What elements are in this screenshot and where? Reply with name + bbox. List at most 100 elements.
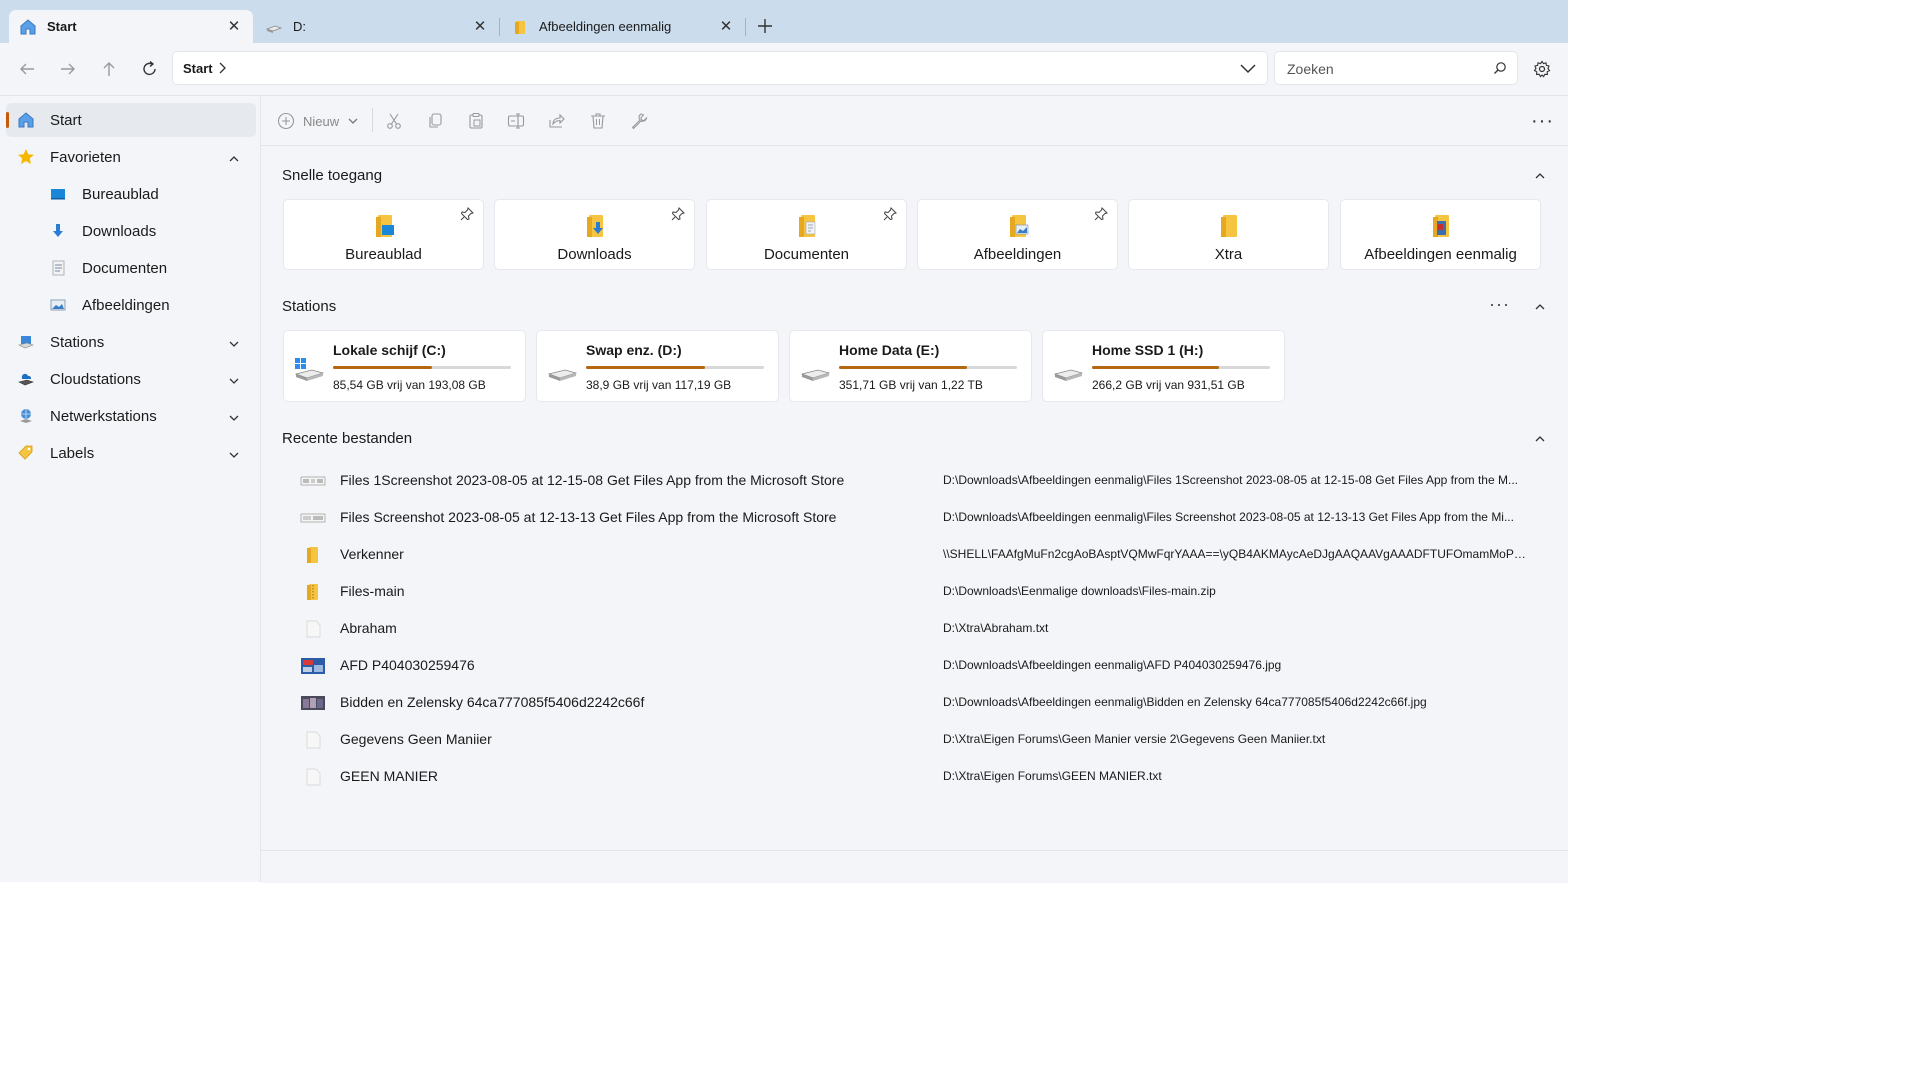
quick-card-label: Afbeeldingen bbox=[973, 246, 1062, 263]
sidebar-item-label: Documenten bbox=[82, 259, 168, 277]
sidebar-item-afbeeldingen[interactable]: Afbeeldingen bbox=[6, 288, 256, 322]
drive-card-h[interactable]: Home SSD 1 (H:) 266,2 GB vrij van 931,51… bbox=[1042, 330, 1285, 402]
drive-card-d[interactable]: Swap enz. (D:) 38,9 GB vrij van 117,19 G… bbox=[536, 330, 779, 402]
recent-file-row[interactable]: Files-main D:\Downloads\Eenmalige downlo… bbox=[282, 574, 1552, 610]
sidebar-item-favorieten[interactable]: Favorieten bbox=[6, 140, 256, 174]
recent-file-path: D:\Xtra\Abraham.txt bbox=[943, 621, 1049, 635]
quick-card-xtra[interactable]: Xtra bbox=[1128, 199, 1329, 270]
cut-button[interactable] bbox=[383, 110, 405, 132]
pin-icon[interactable] bbox=[1094, 207, 1108, 226]
sidebar-item-bureaublad[interactable]: Bureaublad bbox=[6, 177, 256, 211]
drives-more-button[interactable]: ··· bbox=[1489, 294, 1510, 315]
share-icon bbox=[549, 113, 565, 128]
tab-d-drive[interactable]: D: ✕ bbox=[255, 10, 499, 43]
section-title-recent-files: Recente bestanden bbox=[282, 430, 413, 447]
plus-icon bbox=[758, 19, 772, 33]
copy-button[interactable] bbox=[424, 110, 446, 132]
rename-button[interactable] bbox=[505, 110, 527, 132]
recent-file-row[interactable]: Gegevens Geen Maniier D:\Xtra\Eigen Foru… bbox=[282, 722, 1552, 758]
drive-card-e[interactable]: Home Data (E:) 351,71 GB vrij van 1,22 T… bbox=[789, 330, 1032, 402]
up-button[interactable] bbox=[97, 57, 121, 81]
chevron-down-icon[interactable] bbox=[228, 410, 240, 427]
chevron-up-icon[interactable] bbox=[1534, 168, 1548, 182]
pin-icon[interactable] bbox=[460, 207, 474, 226]
quick-card-downloads[interactable]: Downloads bbox=[494, 199, 695, 270]
drive-usage-fill bbox=[839, 366, 967, 369]
recent-file-row[interactable]: Bidden en Zelensky 64ca777085f5406d2242c… bbox=[282, 685, 1552, 721]
sidebar-item-netwerkstations[interactable]: Netwerkstations bbox=[6, 399, 256, 433]
recent-file-row[interactable]: AFD P404030259476 D:\Downloads\Afbeeldin… bbox=[282, 648, 1552, 684]
plus-circle-icon bbox=[277, 112, 295, 130]
sidebar-item-start[interactable]: Start bbox=[6, 103, 256, 137]
pictures-icon bbox=[48, 295, 68, 315]
tab-afbeeldingen-eenmalig[interactable]: Afbeeldingen eenmalig ✕ bbox=[501, 10, 745, 43]
chevron-down-icon[interactable] bbox=[228, 373, 240, 390]
drive-card-c[interactable]: Lokale schijf (C:) 85,54 GB vrij van 193… bbox=[283, 330, 526, 402]
screenshot-icon bbox=[300, 476, 326, 486]
drive-icon bbox=[265, 18, 283, 36]
search-icon[interactable] bbox=[1493, 61, 1507, 80]
selection-indicator bbox=[6, 112, 9, 128]
drive-free-space: 351,71 GB vrij van 1,22 TB bbox=[839, 378, 983, 392]
chevron-down-icon[interactable] bbox=[228, 447, 240, 464]
drive-free-space: 266,2 GB vrij van 931,51 GB bbox=[1092, 378, 1245, 392]
search-box[interactable] bbox=[1274, 51, 1518, 85]
breadcrumb-start[interactable]: Start bbox=[183, 61, 213, 76]
drive-free-space: 85,54 GB vrij van 193,08 GB bbox=[333, 378, 486, 392]
refresh-button[interactable] bbox=[138, 57, 162, 81]
recent-file-row[interactable]: GEEN MANIER D:\Xtra\Eigen Forums\GEEN MA… bbox=[282, 759, 1552, 795]
close-icon[interactable]: ✕ bbox=[717, 17, 735, 35]
paste-button[interactable] bbox=[465, 110, 487, 132]
drive-usage-bar bbox=[1092, 366, 1270, 369]
download-icon bbox=[48, 221, 68, 241]
recent-file-row[interactable]: Files 1Screenshot 2023-08-05 at 12-15-08… bbox=[282, 463, 1552, 499]
share-button[interactable] bbox=[546, 110, 568, 132]
quick-card-afbeeldingen-eenmalig[interactable]: Afbeeldingen eenmalig bbox=[1340, 199, 1541, 270]
chevron-up-icon[interactable] bbox=[1534, 299, 1548, 313]
recent-file-row[interactable]: Abraham D:\Xtra\Abraham.txt bbox=[282, 611, 1552, 647]
quick-card-bureaublad[interactable]: Bureaublad bbox=[283, 199, 484, 270]
quick-card-documenten[interactable]: Documenten bbox=[706, 199, 907, 270]
sidebar-item-downloads[interactable]: Downloads bbox=[6, 214, 256, 248]
sidebar-item-labels[interactable]: Labels bbox=[6, 436, 256, 470]
sidebar-item-cloudstations[interactable]: Cloudstations bbox=[6, 362, 256, 396]
back-button[interactable] bbox=[15, 57, 39, 81]
search-input[interactable] bbox=[1285, 58, 1489, 80]
home-icon bbox=[19, 18, 37, 36]
recent-file-row[interactable]: Files Screenshot 2023-08-05 at 12-13-13 … bbox=[282, 500, 1552, 536]
address-bar[interactable]: Start bbox=[172, 51, 1268, 85]
chevron-up-icon[interactable] bbox=[228, 151, 240, 168]
close-icon[interactable]: ✕ bbox=[225, 17, 243, 35]
delete-button[interactable] bbox=[587, 110, 609, 132]
drive-usage-fill bbox=[586, 366, 705, 369]
new-tab-button[interactable] bbox=[754, 15, 776, 37]
chevron-down-icon[interactable] bbox=[1239, 59, 1257, 82]
sidebar-item-documenten[interactable]: Documenten bbox=[6, 251, 256, 285]
chevron-right-icon[interactable] bbox=[217, 61, 227, 80]
tab-start[interactable]: Start ✕ bbox=[9, 10, 253, 43]
quick-card-label: Afbeeldingen eenmalig bbox=[1364, 246, 1517, 263]
document-icon bbox=[48, 258, 68, 278]
recent-file-path: D:\Xtra\Eigen Forums\Geen Manier versie … bbox=[943, 732, 1326, 746]
pin-icon[interactable] bbox=[671, 207, 685, 226]
settings-button[interactable] bbox=[1530, 57, 1554, 81]
recent-file-path: D:\Downloads\Afbeeldingen eenmalig\Files… bbox=[943, 510, 1514, 524]
recent-file-path: D:\Downloads\Eenmalige downloads\Files-m… bbox=[943, 584, 1216, 598]
pin-icon[interactable] bbox=[883, 207, 897, 226]
forward-button[interactable] bbox=[56, 57, 80, 81]
quick-card-afbeeldingen[interactable]: Afbeeldingen bbox=[917, 199, 1118, 270]
chevron-down-icon[interactable] bbox=[228, 336, 240, 353]
drive-usage-bar bbox=[839, 366, 1017, 369]
sidebar-item-stations[interactable]: Stations bbox=[6, 325, 256, 359]
properties-button[interactable] bbox=[628, 110, 650, 132]
close-icon[interactable]: ✕ bbox=[471, 17, 489, 35]
recent-file-name: Files 1Screenshot 2023-08-05 at 12-15-08… bbox=[340, 472, 845, 488]
new-button[interactable]: Nieuw bbox=[277, 110, 359, 132]
image-thumb-icon bbox=[301, 696, 325, 710]
chevron-up-icon[interactable] bbox=[1534, 431, 1548, 445]
drive-icon bbox=[800, 369, 830, 381]
recent-file-row[interactable]: Verkenner \\SHELL\FAAfgMuFn2cgAoBAsptVQM… bbox=[282, 537, 1552, 573]
recent-file-path: D:\Downloads\Afbeeldingen eenmalig\Bidde… bbox=[943, 695, 1427, 709]
navigation-bar: Start bbox=[0, 43, 1568, 96]
more-options-button[interactable]: ··· bbox=[1531, 110, 1554, 133]
